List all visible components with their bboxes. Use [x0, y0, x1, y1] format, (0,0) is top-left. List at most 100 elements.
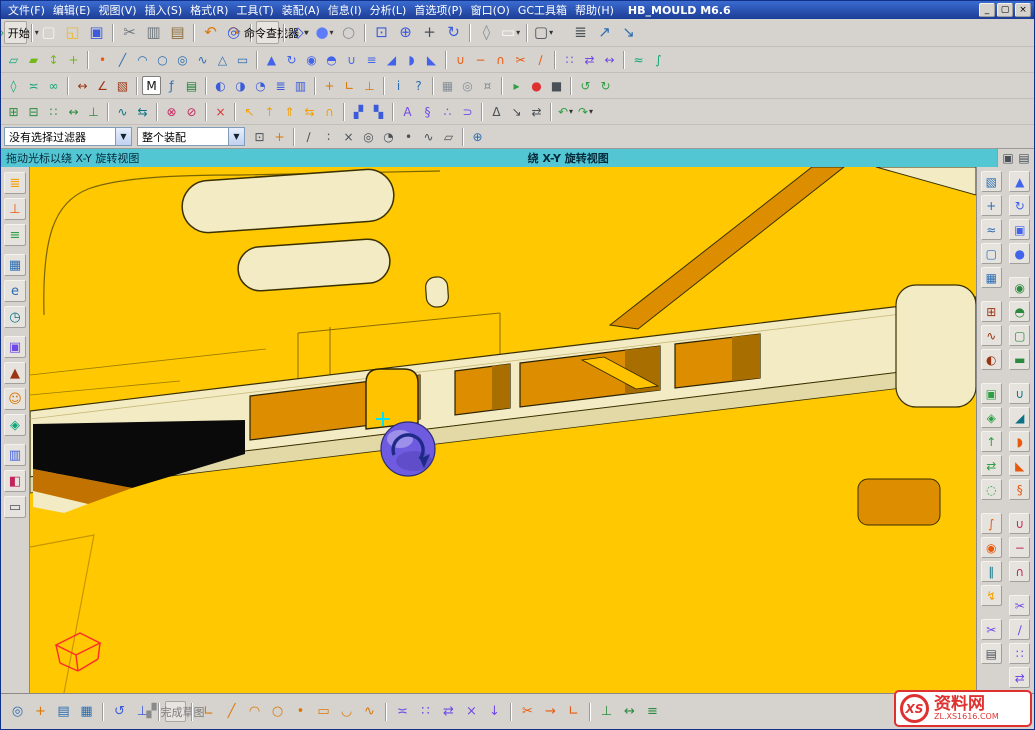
roles-tab[interactable]: ☺ [4, 388, 26, 410]
replace-face-button[interactable]: ⇆ [300, 102, 319, 121]
mirror-body-button[interactable]: ⇄ [1009, 667, 1030, 688]
electrode-button[interactable]: ↯ [981, 585, 1002, 606]
snap-quadrant-button[interactable]: ◔ [379, 127, 398, 146]
boss-button[interactable]: ◓ [322, 50, 341, 69]
quick-extend-button[interactable]: → [540, 701, 561, 722]
wcs-dynamics-button[interactable]: + [320, 76, 339, 95]
magnify-button[interactable]: ⊕ [468, 127, 487, 146]
offset-curve-button[interactable]: ≍ [392, 701, 413, 722]
sub-insert-button[interactable]: ◌ [981, 479, 1002, 500]
ellipse-button[interactable]: ◎ [173, 50, 192, 69]
parting-surface-button[interactable]: ∿ [981, 325, 1002, 346]
wave-geometry-button[interactable]: ∿ [113, 102, 132, 121]
snap-existing-point-button[interactable]: • [399, 127, 418, 146]
chamfer-button[interactable]: ◣ [422, 50, 441, 69]
new-file-button[interactable]: ▢ [37, 21, 60, 44]
record-macro-button[interactable]: ● [527, 76, 546, 95]
rectangle-button[interactable]: ▭ [233, 50, 252, 69]
synchronize-button[interactable]: ⇄ [527, 102, 546, 121]
trim-mold-component-button[interactable]: ✂ [981, 619, 1002, 640]
visual-reports-tab[interactable]: ▥ [4, 444, 26, 466]
draft-button[interactable]: ◢ [382, 50, 401, 69]
hole-feature-button[interactable]: ◉ [1009, 277, 1030, 298]
restore-button[interactable]: ▢ [997, 3, 1013, 17]
scale-body-button[interactable]: ↔ [600, 50, 619, 69]
view-orient-button[interactable]: ◇▾ [289, 21, 312, 44]
subtract-button[interactable]: − [471, 50, 490, 69]
wcs-orient-button[interactable]: ∟ [340, 76, 359, 95]
sketch-arc-button[interactable]: ◠ [244, 701, 265, 722]
pan-button[interactable]: + [418, 21, 441, 44]
polygon-button[interactable]: △ [213, 50, 232, 69]
zoom-button[interactable]: ⊕ [394, 21, 417, 44]
snap-point-toggle-button[interactable]: + [270, 127, 289, 146]
chamfer-feature-button[interactable]: ◣ [1009, 455, 1030, 476]
import-view-button[interactable]: ↘ [617, 21, 640, 44]
ruled-surface-button[interactable]: ◊ [4, 76, 23, 95]
spreadsheet-button[interactable]: ▤ [182, 76, 201, 95]
clip-section-button[interactable]: ▚ [369, 102, 388, 121]
measure-distance-button[interactable]: ↔ [73, 76, 92, 95]
assembly-constraints-button[interactable]: ⊥ [84, 102, 103, 121]
redo-list-button[interactable]: ↷▾ [576, 102, 595, 121]
datum-axis-button[interactable]: ↕ [44, 50, 63, 69]
menu-view[interactable]: 视图(V) [94, 2, 140, 18]
immediate-hide-button[interactable]: ◔ [251, 76, 270, 95]
part-navigator-tab[interactable]: ≡ [4, 224, 26, 246]
snap-point-on-curve-button[interactable]: ∿ [419, 127, 438, 146]
palette-tab[interactable]: ◧ [4, 470, 26, 492]
refresh-button[interactable]: ↺ [576, 76, 595, 95]
process-studio-tab[interactable]: ▣ [4, 336, 26, 358]
shrinkage-button[interactable]: ≈ [981, 219, 1002, 240]
snap-midpoint-button[interactable]: ∶ [319, 127, 338, 146]
assembly-navigator-tab[interactable]: ≣ [4, 172, 26, 194]
draft-feature-button[interactable]: ◢ [1009, 407, 1030, 428]
line-button[interactable]: ╱ [113, 50, 132, 69]
pattern-array-button[interactable]: ∷ [1009, 643, 1030, 664]
studio-spline-button[interactable]: ∿ [359, 701, 380, 722]
trim-body-button[interactable]: ✂ [511, 50, 530, 69]
menu-file[interactable]: 文件(F) [4, 2, 49, 18]
info-window-button[interactable]: i [389, 76, 408, 95]
menu-analysis[interactable]: 分析(L) [366, 2, 411, 18]
orient-sketch-button[interactable]: ↺ [109, 701, 130, 722]
wcs-toggle-button[interactable]: + [30, 701, 51, 722]
shell-feature-button[interactable]: ∪ [1009, 383, 1030, 404]
internet-browser-tab[interactable]: e [4, 280, 26, 302]
reuse-library-tab[interactable]: ▦ [4, 254, 26, 276]
helix-button[interactable]: § [418, 102, 437, 121]
layer-button[interactable]: ▤ [53, 701, 74, 722]
transform-button[interactable]: ↘ [507, 102, 526, 121]
interference-check-button[interactable]: ⊗ [162, 102, 181, 121]
snap-arc-center-button[interactable]: ◎ [359, 127, 378, 146]
snap-point-on-face-button[interactable]: ▱ [439, 127, 458, 146]
split-body-button[interactable]: ∕ [531, 50, 550, 69]
move-component-button[interactable]: ↔ [64, 102, 83, 121]
customize-button[interactable]: ¤ [478, 76, 497, 95]
grid-toggle-button[interactable]: ▦ [76, 701, 97, 722]
paste-button[interactable]: ▤ [166, 21, 189, 44]
quick-trim-button[interactable]: ✂ [517, 701, 538, 722]
chevron-down-icon[interactable]: ▼ [228, 128, 244, 145]
measure-angle-button[interactable]: ∠ [93, 76, 112, 95]
sketch-point-button[interactable]: • [290, 701, 311, 722]
dependencies-pane-button[interactable]: ▣ [1000, 150, 1016, 166]
sketch-fillet-button[interactable]: ◡ [336, 701, 357, 722]
through-curves-button[interactable]: ≈ [629, 50, 648, 69]
add-component-button[interactable]: ⊞ [4, 102, 23, 121]
menu-edit[interactable]: 编辑(E) [49, 2, 95, 18]
subtract-boolean-button[interactable]: − [1009, 537, 1030, 558]
selection-filter-combo[interactable]: 没有选择过滤器 ▼ [4, 127, 132, 146]
make-corner-button[interactable]: ∟ [563, 701, 584, 722]
cylinder-feature-button[interactable]: ● [1009, 243, 1030, 264]
circle-button[interactable]: ○ [153, 50, 172, 69]
pattern-curve-button[interactable]: ∷ [415, 701, 436, 722]
resize-blend-button[interactable]: ∩ [320, 102, 339, 121]
clearance-analysis-button[interactable]: ⊘ [182, 102, 201, 121]
workpiece-button[interactable]: ▢ [981, 243, 1002, 264]
stop-macro-button[interactable]: ■ [547, 76, 566, 95]
general-selection-filter-button[interactable]: ⊡ [250, 127, 269, 146]
sew-button[interactable]: ∞ [44, 76, 63, 95]
swept-button[interactable]: ∫ [649, 50, 668, 69]
mold-base-button[interactable]: ▣ [981, 383, 1002, 404]
